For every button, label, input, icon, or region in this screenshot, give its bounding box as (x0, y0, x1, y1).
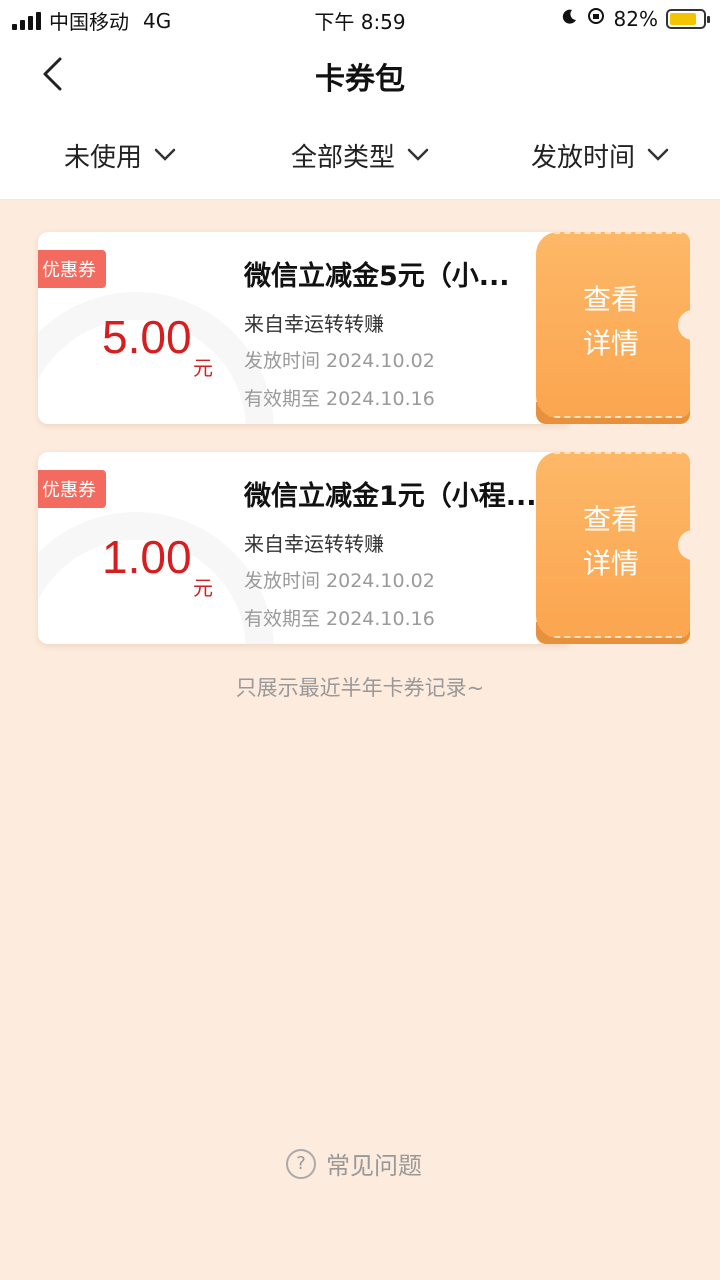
coupon-amount: 1.00 (102, 531, 192, 583)
filter-type[interactable]: 全部类型 (240, 120, 480, 190)
coupon-card[interactable]: 优惠券 5.00 元 微信立减金5元（小... 来自幸运转转赚 发放时间 202… (38, 232, 690, 424)
coupon-issued-date: 发放时间 2024.10.02 (244, 570, 435, 592)
faq-link[interactable]: ? 常见问题 (286, 1146, 422, 1181)
filter-bar: 未使用 全部类型 发放时间 (0, 120, 720, 190)
page-title: 卡券包 (315, 62, 405, 97)
header-area: 中国移动 4G 下午 8:59 82% 卡券包 未使用 全部类型 发放时间 (0, 0, 720, 200)
battery-percent: 82% (613, 6, 658, 31)
coupon-card[interactable]: 优惠券 1.00 元 微信立减金1元（小程... 来自幸运转转赚 发放时间 20… (38, 452, 690, 644)
faq-label: 常见问题 (326, 1152, 422, 1180)
view-details-line1: 查看 (582, 503, 639, 536)
coupon-title: 微信立减金1元（小程... (244, 481, 537, 512)
chevron-down-icon (647, 148, 669, 161)
filter-type-label: 全部类型 (290, 142, 395, 173)
nav-bar: 卡券包 (0, 40, 720, 108)
coupon-body: 优惠券 5.00 元 微信立减金5元（小... 来自幸运转转赚 发放时间 202… (38, 232, 568, 424)
chevron-down-icon (154, 148, 176, 161)
chevron-down-icon (407, 148, 429, 161)
filter-time[interactable]: 发放时间 (480, 120, 720, 190)
view-details-line1: 查看 (582, 283, 639, 316)
coupon-valid-until: 有效期至 2024.10.16 (244, 608, 435, 630)
coupon-source: 来自幸运转转赚 (244, 532, 384, 556)
coupon-amount: 5.00 (102, 311, 192, 363)
battery-icon (666, 8, 710, 29)
view-details-line2: 详情 (582, 547, 639, 580)
coupon-badge: 优惠券 (38, 470, 106, 508)
history-note: 只展示最近半年卡券记录~ (235, 676, 485, 700)
question-icon: ? (286, 1148, 316, 1179)
status-bar: 中国移动 4G 下午 8:59 82% (0, 0, 720, 38)
coupon-title: 微信立减金5元（小... (244, 261, 510, 292)
coupon-source: 来自幸运转转赚 (244, 312, 384, 336)
filter-time-label: 发放时间 (530, 142, 635, 173)
coupon-unit: 元 (193, 356, 213, 380)
view-details-button[interactable]: 查看 详情 (536, 232, 690, 418)
coupon-badge: 优惠券 (38, 250, 106, 288)
rotation-lock-icon (586, 6, 606, 31)
moon-icon (560, 7, 578, 31)
filter-status-label: 未使用 (63, 142, 142, 173)
clock: 下午 8:59 (314, 10, 406, 34)
view-details-line2: 详情 (582, 327, 639, 360)
coupon-issued-date: 发放时间 2024.10.02 (244, 350, 435, 372)
coupon-unit: 元 (193, 576, 213, 600)
view-details-button[interactable]: 查看 详情 (536, 452, 690, 638)
coupon-valid-until: 有效期至 2024.10.16 (244, 388, 435, 410)
coupon-body: 优惠券 1.00 元 微信立减金1元（小程... 来自幸运转转赚 发放时间 20… (38, 452, 568, 644)
filter-status[interactable]: 未使用 (0, 120, 240, 190)
